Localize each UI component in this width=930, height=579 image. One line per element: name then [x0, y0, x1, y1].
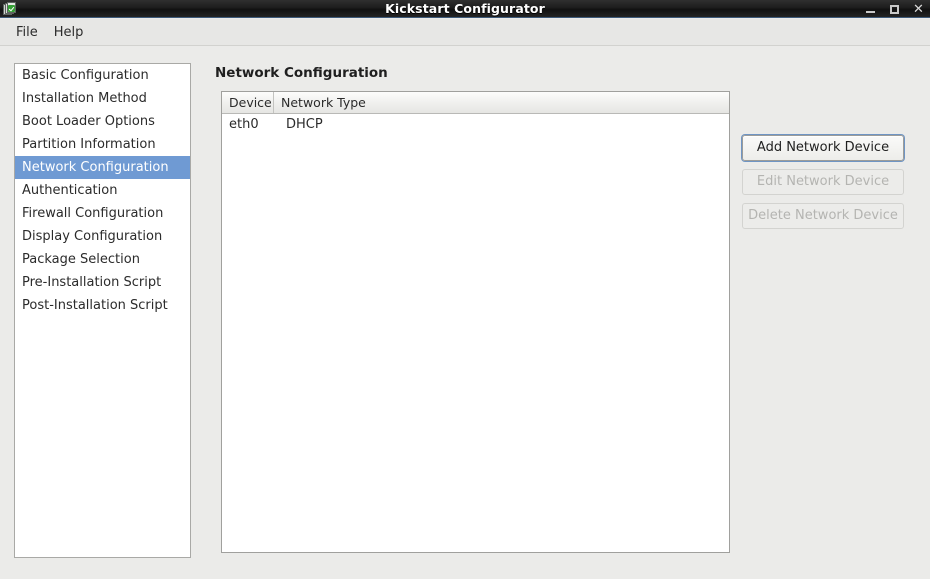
sidebar-item-firewall-configuration[interactable]: Firewall Configuration — [15, 202, 190, 225]
add-network-device-button[interactable]: Add Network Device — [742, 135, 904, 161]
maximize-icon[interactable] — [889, 4, 900, 15]
window-title: Kickstart Configurator — [385, 0, 545, 16]
column-header-device[interactable]: Device — [222, 92, 274, 113]
sidebar-item-network-configuration[interactable]: Network Configuration — [15, 156, 190, 179]
table-body: eth0 DHCP — [222, 114, 729, 136]
title-bar: Kickstart Configurator ✕ — [0, 0, 930, 18]
minimize-icon[interactable] — [865, 4, 876, 15]
network-device-table[interactable]: Device Network Type eth0 DHCP — [221, 91, 730, 553]
sidebar-item-package-selection[interactable]: Package Selection — [15, 248, 190, 271]
edit-network-device-button: Edit Network Device — [742, 169, 904, 195]
table-row[interactable]: eth0 DHCP — [222, 114, 729, 136]
page-title: Network Configuration — [215, 65, 388, 81]
sidebar-item-partition-information[interactable]: Partition Information — [15, 133, 190, 156]
cell-device: eth0 — [229, 117, 259, 132]
sidebar-item-authentication[interactable]: Authentication — [15, 179, 190, 202]
menu-item-file[interactable]: File — [8, 22, 46, 43]
column-header-network-type[interactable]: Network Type — [274, 92, 729, 113]
sidebar-section-list[interactable]: Basic Configuration Installation Method … — [14, 63, 191, 558]
device-action-buttons: Add Network Device Edit Network Device D… — [742, 135, 904, 229]
window-controls: ✕ — [865, 0, 924, 18]
delete-network-device-button: Delete Network Device — [742, 203, 904, 229]
sidebar-item-display-configuration[interactable]: Display Configuration — [15, 225, 190, 248]
table-header-row: Device Network Type — [222, 92, 729, 114]
close-icon[interactable]: ✕ — [913, 3, 924, 16]
main-content-area: Basic Configuration Installation Method … — [0, 47, 930, 579]
sidebar-item-installation-method[interactable]: Installation Method — [15, 87, 190, 110]
cell-network-type: DHCP — [286, 117, 323, 132]
sidebar-item-pre-installation-script[interactable]: Pre-Installation Script — [15, 271, 190, 294]
sidebar-item-post-installation-script[interactable]: Post-Installation Script — [15, 294, 190, 317]
menu-bar: File Help — [0, 19, 930, 46]
sidebar-item-basic-configuration[interactable]: Basic Configuration — [15, 64, 190, 87]
kickstart-app-icon — [3, 2, 17, 16]
sidebar-item-boot-loader-options[interactable]: Boot Loader Options — [15, 110, 190, 133]
menu-item-help[interactable]: Help — [46, 22, 92, 43]
